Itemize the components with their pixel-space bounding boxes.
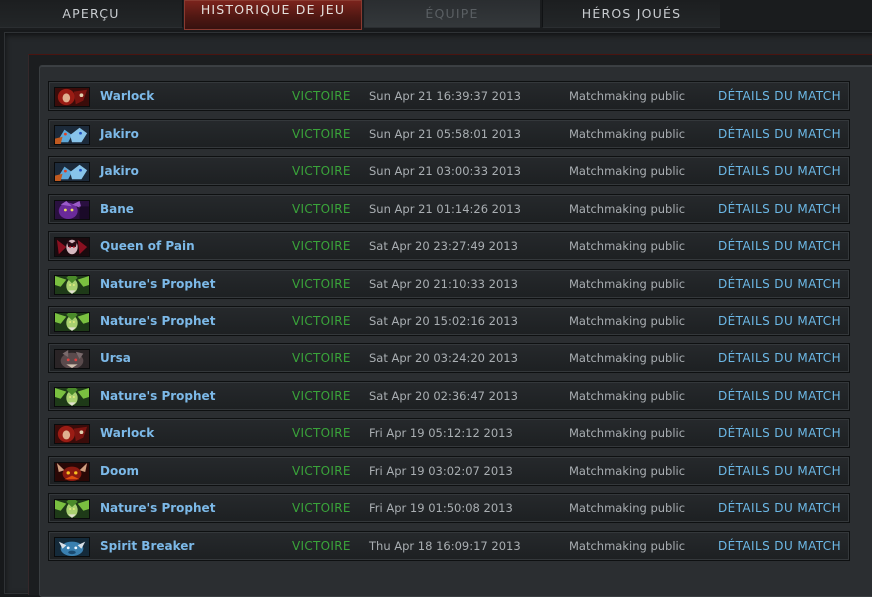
match-details-link[interactable]: DÉTAILS DU MATCH [718,351,841,365]
match-date: Sat Apr 20 21:10:33 2013 [369,277,518,291]
match-row[interactable]: Bane VICTOIRE Sun Apr 21 01:14:26 2013 Matc… [48,194,850,224]
game-mode: Matchmaking public [569,426,686,440]
profile-tab-bar: APERÇU HISTORIQUE DE JEU ÉQUIPE HÉROS JO… [0,0,872,30]
match-details-link[interactable]: DÉTAILS DU MATCH [718,239,841,253]
match-date: Sat Apr 20 15:02:16 2013 [369,314,518,328]
hero-name[interactable]: Nature's Prophet [100,314,215,328]
match-details-link[interactable]: DÉTAILS DU MATCH [718,314,841,328]
tab-apercu[interactable]: APERÇU [0,0,183,28]
match-date: Fri Apr 19 05:12:12 2013 [369,426,513,440]
match-date: Thu Apr 18 16:09:17 2013 [369,539,521,553]
match-result: VICTOIRE [292,202,351,216]
match-date: Sun Apr 21 05:58:01 2013 [369,127,521,141]
match-date: Fri Apr 19 03:02:07 2013 [369,464,513,478]
match-details-link[interactable]: DÉTAILS DU MATCH [718,164,841,178]
match-row[interactable]: Ursa VICTOIRE Sat Apr 20 03:24:20 2013 Matc… [48,343,850,373]
tab-heros-joues[interactable]: HÉROS JOUÉS [542,0,720,28]
game-mode: Matchmaking public [569,351,686,365]
bane-portrait-icon [54,200,90,220]
game-mode: Matchmaking public [569,127,686,141]
match-result: VICTOIRE [292,539,351,553]
match-result: VICTOIRE [292,239,351,253]
match-result: VICTOIRE [292,314,351,328]
match-result: VICTOIRE [292,351,351,365]
game-mode: Matchmaking public [569,89,686,103]
ursa-portrait-icon [54,349,90,369]
hero-name[interactable]: Jakiro [100,164,139,178]
hero-name[interactable]: Spirit Breaker [100,539,194,553]
hero-name[interactable]: Bane [100,202,134,216]
game-mode: Matchmaking public [569,389,686,403]
hero-name[interactable]: Nature's Prophet [100,277,215,291]
tab-equipe: ÉQUIPE [364,0,540,28]
jakiro-portrait-icon [54,162,90,182]
match-details-link[interactable]: DÉTAILS DU MATCH [718,426,841,440]
game-mode: Matchmaking public [569,277,686,291]
hero-name[interactable]: Nature's Prophet [100,501,215,515]
match-details-link[interactable]: DÉTAILS DU MATCH [718,202,841,216]
game-mode: Matchmaking public [569,501,686,515]
jakiro-portrait-icon [54,125,90,145]
hero-name[interactable]: Doom [100,464,139,478]
natures-prophet-portrait-icon [54,312,90,332]
spirit-breaker-portrait-icon [54,537,90,557]
match-row[interactable]: Warlock VICTOIRE Sun Apr 21 16:39:37 2013 M… [48,81,850,111]
warlock-portrait-icon [54,424,90,444]
match-result: VICTOIRE [292,127,351,141]
match-row[interactable]: Nature's Prophet VICTOIRE Sat Apr 20 21:10… [48,269,850,299]
match-row[interactable]: Spirit Breaker VICTOIRE Thu Apr 18 16:09:1… [48,531,850,561]
match-date: Sat Apr 20 23:27:49 2013 [369,239,518,253]
hero-name[interactable]: Warlock [100,426,154,440]
hero-name[interactable]: Jakiro [100,127,139,141]
match-row[interactable]: Queen of Pain VICTOIRE Sat Apr 20 23:27:49… [48,231,850,261]
match-row[interactable]: Doom VICTOIRE Fri Apr 19 03:02:07 2013 Matc… [48,456,850,486]
match-details-link[interactable]: DÉTAILS DU MATCH [718,464,841,478]
doom-portrait-icon [54,462,90,482]
match-details-link[interactable]: DÉTAILS DU MATCH [718,277,841,291]
hero-name[interactable]: Nature's Prophet [100,389,215,403]
match-date: Sun Apr 21 16:39:37 2013 [369,89,521,103]
natures-prophet-portrait-icon [54,499,90,519]
queen-of-pain-portrait-icon [54,237,90,257]
match-result: VICTOIRE [292,389,351,403]
hero-name[interactable]: Warlock [100,89,154,103]
match-date: Sat Apr 20 02:36:47 2013 [369,389,518,403]
match-details-link[interactable]: DÉTAILS DU MATCH [718,389,841,403]
match-result: VICTOIRE [292,464,351,478]
game-mode: Matchmaking public [569,164,686,178]
match-row[interactable]: Nature's Prophet VICTOIRE Sat Apr 20 15:02… [48,306,850,336]
match-row[interactable]: Warlock VICTOIRE Fri Apr 19 05:12:12 2013 M… [48,418,850,448]
natures-prophet-portrait-icon [54,275,90,295]
match-date: Sat Apr 20 03:24:20 2013 [369,351,518,365]
match-row[interactable]: Jakiro VICTOIRE Sun Apr 21 03:00:33 2013 Ma… [48,156,850,186]
match-date: Sun Apr 21 01:14:26 2013 [369,202,521,216]
match-details-link[interactable]: DÉTAILS DU MATCH [718,501,841,515]
match-details-link[interactable]: DÉTAILS DU MATCH [718,539,841,553]
game-mode: Matchmaking public [569,539,686,553]
match-details-link[interactable]: DÉTAILS DU MATCH [718,89,841,103]
hero-name[interactable]: Queen of Pain [100,239,195,253]
game-mode: Matchmaking public [569,239,686,253]
match-result: VICTOIRE [292,426,351,440]
tab-historique-de-jeu[interactable]: HISTORIQUE DE JEU [184,0,362,30]
match-date: Sun Apr 21 03:00:33 2013 [369,164,521,178]
natures-prophet-portrait-icon [54,387,90,407]
match-result: VICTOIRE [292,501,351,515]
warlock-portrait-icon [54,87,90,107]
match-row[interactable]: Jakiro VICTOIRE Sun Apr 21 05:58:01 2013 Ma… [48,119,850,149]
match-row[interactable]: Nature's Prophet VICTOIRE Fri Apr 19 01:50… [48,493,850,523]
match-result: VICTOIRE [292,89,351,103]
match-details-link[interactable]: DÉTAILS DU MATCH [718,127,841,141]
game-mode: Matchmaking public [569,464,686,478]
game-mode: Matchmaking public [569,202,686,216]
match-result: VICTOIRE [292,277,351,291]
match-date: Fri Apr 19 01:50:08 2013 [369,501,513,515]
hero-name[interactable]: Ursa [100,351,131,365]
match-result: VICTOIRE [292,164,351,178]
game-mode: Matchmaking public [569,314,686,328]
match-row[interactable]: Nature's Prophet VICTOIRE Sat Apr 20 02:36… [48,381,850,411]
